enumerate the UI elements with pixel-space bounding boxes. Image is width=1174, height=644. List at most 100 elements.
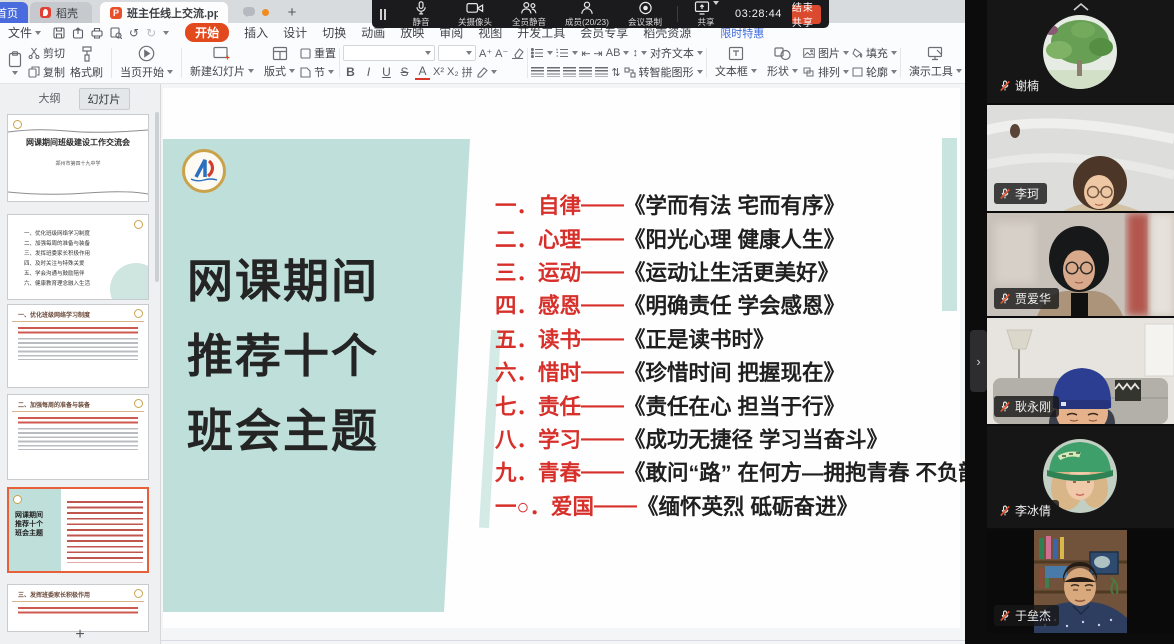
row-spacing-icon[interactable]: ⇅ — [611, 66, 620, 79]
smart-graphics-icon[interactable] — [624, 67, 636, 78]
video-tile-1[interactable]: 谢楠 — [987, 0, 1174, 103]
italic-button[interactable]: I — [361, 65, 376, 79]
align-text-button[interactable]: 对齐文本 — [650, 45, 694, 61]
numbered-list-icon[interactable] — [556, 48, 569, 58]
slide-thumbnail-4[interactable]: 二、加强每周的准备与装备 — [7, 394, 149, 480]
screen: 首页 稻壳 P 班主任线上交流.pptx + 文件 ↺ ↻ — [0, 0, 1174, 644]
video-tile-6[interactable]: 于垒杰 — [987, 530, 1174, 633]
tab-transition[interactable]: 切换 — [322, 24, 346, 41]
slide-thumbnail-1[interactable]: 网课期间班级建设工作交流会 郑州市第四十九中学 — [7, 114, 149, 202]
sidebar-scrollbar[interactable] — [155, 112, 159, 282]
record-button[interactable]: 会议录制 — [618, 1, 672, 28]
decrease-indent-icon[interactable]: ⇤ — [581, 47, 590, 60]
slide-thumbnail-3[interactable]: 一、优化班级网络学习制度 — [7, 304, 149, 388]
arrange-label[interactable]: 排列 — [818, 64, 840, 80]
decrease-font-button[interactable]: A⁻ — [495, 47, 508, 60]
camera-off-button[interactable]: 关摄像头 — [448, 1, 502, 28]
tab-home[interactable]: 首页 — [0, 2, 28, 23]
end-share-button[interactable]: 结束共享 — [792, 5, 821, 24]
align-center-icon[interactable] — [547, 67, 560, 77]
picture-icon[interactable] — [803, 48, 815, 58]
save-icon[interactable] — [53, 27, 65, 39]
slide-thumbnail-5-current[interactable]: 网课期间 推荐十个 班会主题 — [7, 487, 149, 573]
format-painter-button[interactable]: 格式刷 — [65, 43, 108, 83]
presentation-tools-button[interactable]: 演示工具 — [904, 43, 965, 83]
video-tile-5[interactable]: 李冰倩 — [987, 426, 1174, 528]
pinyin-button[interactable]: 拼 — [462, 64, 473, 80]
align-distribute-icon[interactable] — [595, 67, 608, 77]
arrange-icon[interactable] — [803, 67, 815, 77]
export-icon[interactable] — [72, 27, 84, 39]
slide-thumbnail-2[interactable]: 一、优化班级网络学习制度 二、加强每周的准备与装备 三、发挥班委家长积极作用 四… — [7, 214, 149, 300]
tab-insert[interactable]: 插入 — [244, 24, 268, 41]
cut-button[interactable]: 剪切 — [28, 45, 65, 62]
message-icon[interactable] — [243, 7, 255, 16]
print-icon[interactable] — [91, 27, 103, 39]
members-button[interactable]: 成员(20/23) — [556, 1, 618, 28]
subscript-button[interactable]: X₂ — [447, 66, 459, 78]
copy-button[interactable]: 复制 — [28, 64, 65, 81]
reset-button[interactable]: 重置 — [300, 45, 336, 62]
undo-icon[interactable]: ↺ — [129, 26, 139, 40]
paste-button[interactable] — [2, 43, 28, 83]
play-from-current-button[interactable]: 当页开始 — [115, 43, 178, 83]
text-direction-button[interactable]: AB — [606, 47, 621, 59]
align-justify-icon[interactable] — [579, 67, 592, 77]
text-box-button[interactable]: 文本框 — [710, 43, 762, 83]
outline-label[interactable]: 轮廓 — [866, 64, 888, 80]
slide-title-textbox[interactable]: 网课期间 推荐十个 班会主题 — [187, 244, 379, 469]
expand-panel-button[interactable]: › — [970, 330, 987, 392]
font-size-select[interactable] — [438, 45, 476, 61]
highlighter-icon[interactable] — [476, 67, 488, 78]
align-right-icon[interactable] — [563, 67, 576, 77]
share-button[interactable]: 共享 — [683, 1, 729, 28]
font-family-select[interactable] — [343, 45, 435, 61]
shapes-button[interactable]: 形状 — [762, 43, 803, 83]
mute-all-button[interactable]: 全员静音 — [502, 1, 556, 28]
font-color-button[interactable]: A — [415, 64, 430, 80]
increase-font-button[interactable]: A⁺ — [479, 47, 492, 60]
outline-icon[interactable] — [852, 67, 863, 77]
fill-icon[interactable] — [852, 48, 863, 58]
file-menu[interactable]: 文件 — [0, 24, 47, 41]
print-preview-icon[interactable] — [110, 27, 122, 39]
picture-label[interactable]: 图片 — [818, 45, 840, 61]
line-spacing-icon[interactable]: ↕ — [632, 47, 638, 59]
more-commands-icon[interactable] — [163, 31, 169, 35]
slide-list-textbox[interactable]: 一．自律——《学而有法 宅而有序》 二．心理——《阳光心理 健康人生》 三．运动… — [495, 188, 1023, 522]
superscript-button[interactable]: X² — [433, 66, 444, 78]
clear-format-icon[interactable] — [511, 48, 524, 59]
tab-start[interactable]: 开始 — [185, 23, 229, 42]
slide-canvas[interactable]: 网课期间 推荐十个 班会主题 一．自律——《学而有法 宅而有序》 二．心理——《… — [163, 88, 960, 628]
drag-handle[interactable] — [380, 9, 386, 20]
new-slide-button[interactable]: 新建幻灯片 — [185, 43, 259, 83]
tab-docer[interactable]: 稻壳 — [30, 2, 92, 23]
align-left-icon[interactable] — [531, 67, 544, 77]
video-tile-3[interactable]: 贾爱华 — [987, 213, 1174, 316]
redo-icon[interactable]: ↻ — [146, 26, 156, 40]
mute-label: 静音 — [412, 16, 429, 28]
slide-thumbnail-6[interactable]: 三、发挥班委家长积极作用 — [7, 584, 149, 632]
slides-tab[interactable]: 幻灯片 — [79, 88, 130, 110]
thumb1-title: 网课期间班级建设工作交流会 — [8, 137, 148, 148]
fill-label[interactable]: 填充 — [866, 45, 888, 61]
layout-button[interactable]: 版式 — [259, 43, 300, 83]
participant-badge: 李冰倩 — [994, 500, 1059, 521]
video-tile-2[interactable]: 李珂 — [987, 105, 1174, 211]
tab-design[interactable]: 设计 — [283, 24, 307, 41]
new-tab-label: + — [288, 4, 297, 21]
video-tile-4[interactable]: 耿永刚 — [987, 318, 1174, 424]
bold-button[interactable]: B — [343, 65, 358, 79]
new-tab-button[interactable]: + — [282, 2, 302, 22]
tab-document[interactable]: P 班主任线上交流.pptx — [100, 2, 228, 23]
underline-button[interactable]: U — [379, 65, 394, 79]
strikethrough-button[interactable]: S — [397, 65, 412, 79]
add-slide-button[interactable]: + — [0, 626, 160, 644]
outline-tab[interactable]: 大纲 — [31, 88, 69, 110]
section-button[interactable]: 节 — [300, 64, 336, 81]
smart-graphics-label[interactable]: 转智能图形 — [639, 64, 694, 80]
increase-indent-icon[interactable]: ⇥ — [594, 47, 603, 60]
bullet-list-icon[interactable] — [531, 48, 544, 58]
collapse-chevron-icon[interactable] — [1072, 2, 1090, 11]
mute-button[interactable]: 静音 — [394, 1, 448, 28]
